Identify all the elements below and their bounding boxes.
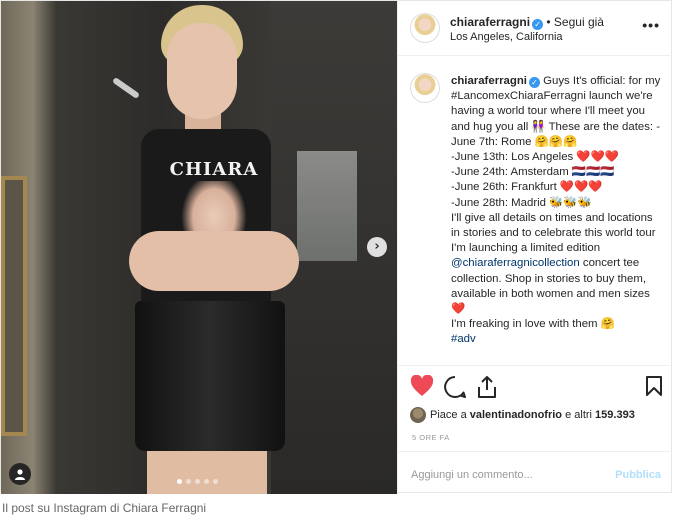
instagram-post: CHIARA › chiaraferragni ✓ • Segui già Lo… <box>0 0 673 494</box>
liker-avatar[interactable] <box>410 407 426 423</box>
carousel-dot <box>195 479 200 484</box>
carousel-dot <box>186 479 191 484</box>
share-icon[interactable] <box>476 375 498 399</box>
comment-box: Aggiungi un commento... Pubblica <box>398 451 673 494</box>
person-arms <box>129 231 299 291</box>
verified-badge-icon: ✓ <box>528 77 540 88</box>
header-name-row: chiaraferragni ✓ • Segui già <box>450 15 604 30</box>
bookmark-icon[interactable] <box>645 375 663 397</box>
liker-username-link[interactable]: valentinadonofrio <box>470 409 562 421</box>
shirt-print-text: CHIARA <box>169 159 259 180</box>
location-link[interactable]: Los Angeles, California <box>450 31 563 43</box>
photo-person: CHIARA <box>111 1 311 494</box>
caption-username[interactable]: chiaraferragni <box>451 75 527 87</box>
person-icon <box>15 469 25 480</box>
caption-area: chiaraferragni ✓ Guys It's official: for … <box>398 56 672 366</box>
person-face <box>167 23 237 119</box>
post-photo[interactable]: CHIARA › <box>1 1 397 494</box>
tagged-users-button[interactable] <box>9 463 31 485</box>
likes-middle: e altri <box>562 409 596 421</box>
publish-button[interactable]: Pubblica <box>615 469 661 481</box>
comment-icon[interactable] <box>443 375 467 399</box>
verified-badge-icon: ✓ <box>532 19 544 30</box>
action-bar <box>398 375 673 401</box>
likes-prefix: Piace a <box>430 409 470 421</box>
carousel-dots <box>177 479 218 484</box>
comment-input[interactable]: Aggiungi un commento... <box>411 469 533 481</box>
post-side-panel: chiaraferragni ✓ • Segui già Los Angeles,… <box>397 1 673 494</box>
likes-count-link[interactable]: 159.393 <box>595 409 635 421</box>
likes-text: Piace a valentinadonofrio e altri 159.39… <box>430 409 635 421</box>
carousel-dot <box>204 479 209 484</box>
person-skirt <box>135 301 285 451</box>
username-link[interactable]: chiaraferragni <box>450 15 530 29</box>
carousel-next-button[interactable]: › <box>367 237 387 257</box>
caption-avatar[interactable] <box>410 73 440 103</box>
carousel-dot <box>177 479 182 484</box>
post-timestamp[interactable]: 5 ORE FA <box>412 433 450 442</box>
mention-link[interactable]: @chiaraferragnicollection <box>451 257 580 269</box>
avatar[interactable] <box>410 13 440 43</box>
heart-icon[interactable] <box>410 375 434 397</box>
photo-background-frame <box>1 176 27 436</box>
figure-caption: Il post su Instagram di Chiara Ferragni <box>2 501 207 515</box>
carousel-dot <box>213 479 218 484</box>
follow-status-button[interactable]: • Segui già <box>546 15 604 29</box>
person-legs <box>147 451 267 494</box>
post-header: chiaraferragni ✓ • Segui già Los Angeles,… <box>398 1 672 56</box>
hashtag-link[interactable]: #adv <box>451 333 476 345</box>
likes-summary: Piace a valentinadonofrio e altri 159.39… <box>410 407 635 423</box>
caption-body: Guys It's official: for my #LancomexChia… <box>451 75 661 255</box>
caption-text: chiaraferragni ✓ Guys It's official: for … <box>451 74 661 348</box>
more-dots-icon[interactable]: ••• <box>642 17 660 33</box>
